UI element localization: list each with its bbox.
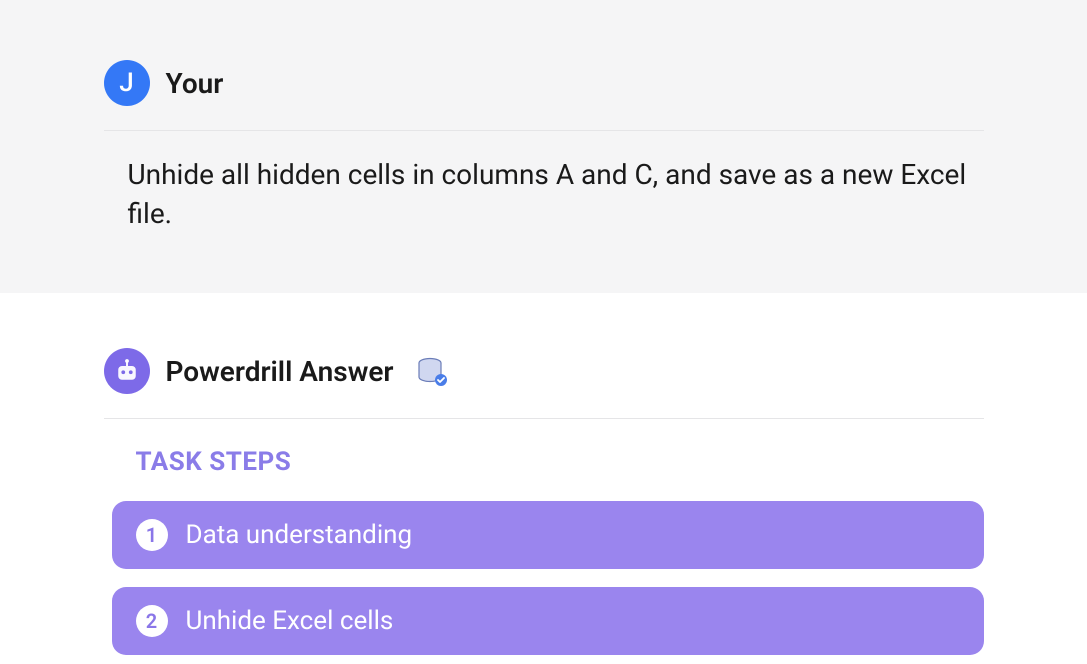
step-label: Unhide Excel cells <box>186 606 394 636</box>
user-section: J Your Unhide all hidden cells in column… <box>0 0 1087 293</box>
answer-header: Powerdrill Answer <box>104 348 984 419</box>
task-steps-heading: TASK STEPS <box>104 447 984 477</box>
step-number-badge: 2 <box>136 605 168 637</box>
task-step-2[interactable]: 2 Unhide Excel cells <box>112 587 984 655</box>
user-avatar-initial: J <box>119 68 133 98</box>
user-header: J Your <box>104 60 984 131</box>
database-icon <box>414 353 450 389</box>
user-avatar: J <box>104 60 150 106</box>
user-message: Unhide all hidden cells in columns A and… <box>104 155 984 233</box>
task-step-1[interactable]: 1 Data understanding <box>112 501 984 569</box>
user-name-label: Your <box>166 67 224 100</box>
step-label: Data understanding <box>186 520 413 550</box>
step-number-badge: 1 <box>136 519 168 551</box>
answer-section: Powerdrill Answer TASK STEPS 1 Data unde… <box>0 293 1087 655</box>
bot-avatar-icon <box>104 348 150 394</box>
answer-title: Powerdrill Answer <box>166 355 394 388</box>
